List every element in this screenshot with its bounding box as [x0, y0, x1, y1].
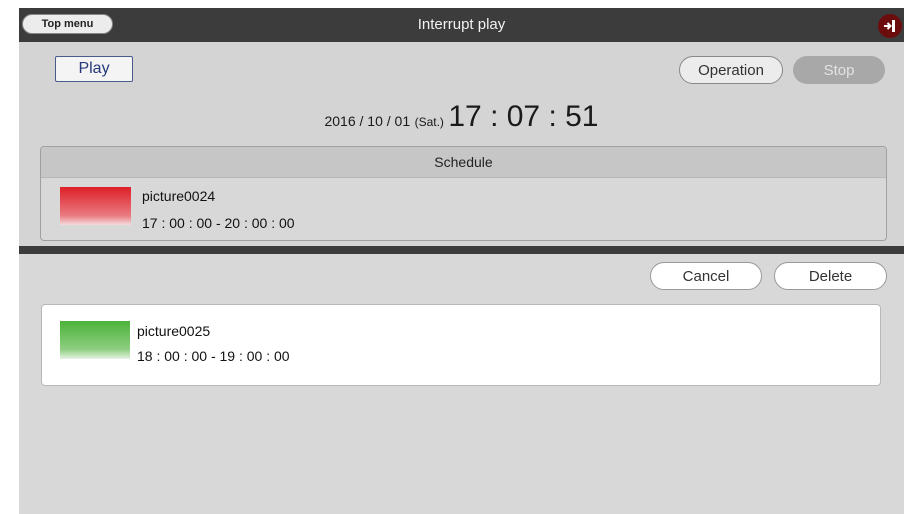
schedule-item-time: 17 : 00 : 00 - 20 : 00 : 00	[142, 215, 295, 231]
exit-button[interactable]	[878, 14, 902, 38]
operation-button[interactable]: Operation	[679, 56, 783, 84]
playback-panel: Play Operation Stop 2016 / 10 / 01 (Sat.…	[19, 42, 904, 246]
title-bar: Interrupt play Top menu	[19, 8, 904, 42]
interrupt-item-thumbnail	[60, 321, 130, 359]
interrupt-item-card[interactable]: picture0025 18 : 00 : 00 - 19 : 00 : 00	[41, 304, 881, 386]
top-menu-button[interactable]: Top menu	[22, 14, 113, 34]
page-title: Interrupt play	[417, 16, 506, 33]
clock-time: 17 : 07 : 51	[448, 100, 599, 133]
clock-display: 2016 / 10 / 01 (Sat.) 17 : 07 : 51	[19, 100, 904, 134]
app-window: Interrupt play Top menu Play Operation S…	[19, 8, 904, 514]
stop-button[interactable]: Stop	[793, 56, 885, 84]
schedule-header: Schedule	[41, 147, 886, 178]
interrupt-item-time: 18 : 00 : 00 - 19 : 00 : 00	[137, 348, 290, 364]
delete-button[interactable]: Delete	[774, 262, 887, 290]
play-button[interactable]: Play	[55, 56, 133, 82]
schedule-item-name: picture0024	[142, 188, 216, 204]
interrupt-item-name: picture0025	[137, 323, 211, 339]
interrupt-panel: Cancel Delete picture0025 18 : 00 : 00 -…	[19, 254, 904, 514]
exit-icon	[884, 20, 895, 32]
clock-date: 2016 / 10 / 01	[324, 113, 411, 129]
clock-day: (Sat.)	[414, 115, 444, 129]
schedule-box: Schedule picture0024 17 : 00 : 00 - 20 :…	[40, 146, 887, 241]
schedule-item-thumbnail	[60, 187, 131, 225]
cancel-button[interactable]: Cancel	[650, 262, 762, 290]
